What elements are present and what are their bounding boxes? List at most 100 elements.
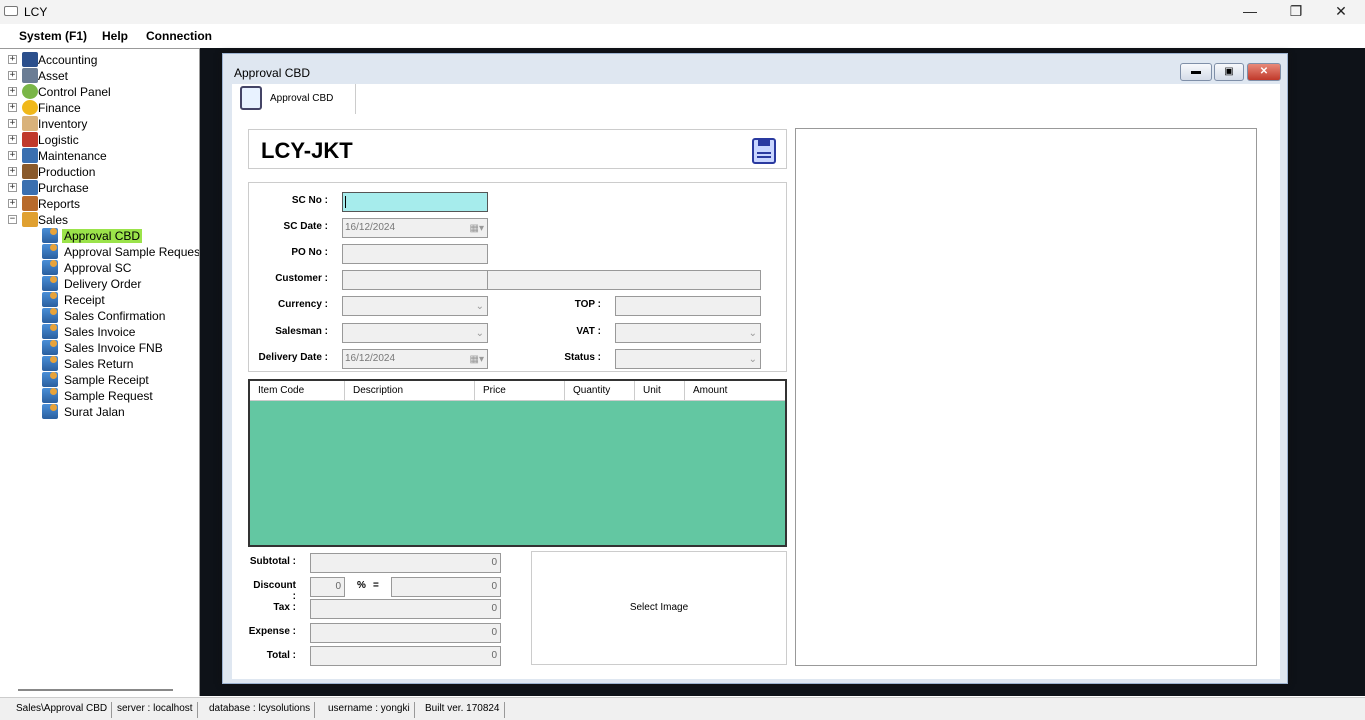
tab-approval-cbd[interactable]: Approval CBD <box>236 84 356 114</box>
currency-label: Currency : <box>277 299 328 310</box>
delivery-date-picker[interactable]: 16/12/2024 ▦▾ <box>342 349 488 369</box>
control-panel-icon <box>22 84 38 99</box>
status-label: Status : <box>564 352 601 363</box>
expand-icon[interactable]: + <box>8 135 17 144</box>
accounting-icon <box>22 52 38 67</box>
vat-select[interactable]: ⌄ <box>615 323 761 343</box>
chevron-down-icon: ⌄ <box>475 301 484 312</box>
save-icon[interactable] <box>752 138 776 164</box>
document-icon <box>42 244 58 259</box>
calendar-icon[interactable]: ▦▾ <box>470 351 484 369</box>
restore-button[interactable]: ❐ <box>1273 0 1319 24</box>
document-icon <box>42 404 58 419</box>
document-icon <box>42 228 58 243</box>
close-button[interactable]: ✕ <box>1247 63 1281 81</box>
po-no-input[interactable] <box>342 244 488 264</box>
discount-percent-input[interactable]: 0 <box>310 577 345 597</box>
expense-input[interactable]: 0 <box>310 623 501 643</box>
currency-select[interactable]: ⌄ <box>342 296 488 316</box>
po-no-label: PO No : <box>291 247 328 258</box>
expand-icon[interactable]: + <box>8 71 17 80</box>
grid-header: Item Code Description Price Quantity Uni… <box>250 381 785 401</box>
customer-code-input[interactable] <box>342 270 488 290</box>
expand-icon[interactable]: + <box>8 119 17 128</box>
column-item-code[interactable]: Item Code <box>250 381 345 401</box>
sc-no-label: SC No : <box>291 195 328 206</box>
subtotal-field: 0 <box>310 553 501 573</box>
company-title: LCY-JKT <box>261 138 353 163</box>
close-button[interactable]: ✕ <box>1318 0 1364 24</box>
select-image-label[interactable]: Select Image <box>532 602 786 613</box>
expand-icon[interactable]: + <box>8 183 17 192</box>
expand-icon[interactable]: + <box>8 151 17 160</box>
app-icon <box>4 6 18 16</box>
maintenance-icon <box>22 148 38 163</box>
status-server: server : localhost <box>113 702 198 718</box>
equals-symbol: = <box>373 580 379 591</box>
status-bar: Sales\Approval CBD server : localhost da… <box>0 697 1365 720</box>
asset-icon <box>22 68 38 83</box>
expand-icon[interactable]: + <box>8 167 17 176</box>
document-icon <box>42 276 58 291</box>
navigation-tree: + Accounting + Asset + Control Panel + Finan… <box>0 48 200 696</box>
reports-icon <box>22 196 38 211</box>
minimize-button[interactable]: — <box>1227 0 1273 24</box>
title-bar: LCY — ❐ ✕ <box>0 0 1365 24</box>
customer-name-input[interactable] <box>487 270 761 290</box>
status-database: database : lcysolutions <box>205 702 316 718</box>
finance-icon <box>22 100 38 115</box>
document-icon <box>42 292 58 307</box>
minimize-button[interactable]: ▬ <box>1180 63 1212 81</box>
expand-icon[interactable]: + <box>8 103 17 112</box>
collapse-icon[interactable]: − <box>8 215 17 224</box>
inventory-icon <box>22 116 38 131</box>
expand-icon[interactable]: + <box>8 87 17 96</box>
status-username: username : yongki <box>324 702 415 718</box>
top-input[interactable] <box>615 296 761 316</box>
sc-date-label: SC Date : <box>283 221 328 232</box>
column-quantity[interactable]: Quantity <box>565 381 635 401</box>
menu-system[interactable]: System (F1) <box>19 29 87 43</box>
sc-date-picker[interactable]: 16/12/2024 ▦▾ <box>342 218 488 238</box>
column-unit[interactable]: Unit <box>635 381 685 401</box>
delivery-date-label: Delivery Date : <box>258 352 328 363</box>
clipboard-icon <box>240 86 262 110</box>
status-select[interactable]: ⌄ <box>615 349 761 369</box>
menu-connection[interactable]: Connection <box>146 29 212 43</box>
document-icon <box>42 388 58 403</box>
logistic-icon <box>22 132 38 147</box>
document-icon <box>42 308 58 323</box>
tab-strip: Approval CBD <box>232 84 1280 114</box>
column-amount[interactable]: Amount <box>685 381 785 401</box>
total-field: 0 <box>310 646 501 666</box>
salesman-select[interactable]: ⌄ <box>342 323 488 343</box>
column-price[interactable]: Price <box>475 381 565 401</box>
production-icon <box>22 164 38 179</box>
vat-label: VAT : <box>576 326 601 337</box>
menu-help[interactable]: Help <box>102 29 128 43</box>
calendar-icon[interactable]: ▦▾ <box>470 220 484 238</box>
maximize-button[interactable]: ▣ <box>1214 63 1244 81</box>
window-title: Approval CBD <box>234 66 311 80</box>
document-icon <box>42 260 58 275</box>
column-description[interactable]: Description <box>345 381 475 401</box>
image-box[interactable]: Select Image <box>531 551 787 665</box>
sc-no-input[interactable] <box>342 192 488 212</box>
menu-bar: System (F1) Help Connection <box>0 24 1365 48</box>
expand-icon[interactable]: + <box>8 199 17 208</box>
expense-label: Expense : <box>248 626 296 637</box>
salesman-label: Salesman : <box>275 326 328 337</box>
sales-icon <box>22 212 38 227</box>
form-fields: SC No : SC Date : 16/12/2024 ▦▾ PO No : C… <box>248 182 787 372</box>
expand-icon[interactable]: + <box>8 55 17 64</box>
approval-cbd-window: Approval CBD ▬ ▣ ✕ Approval CBD LCY-JKT … <box>222 53 1288 684</box>
form-header: LCY-JKT <box>248 129 787 169</box>
window-title: LCY <box>24 5 48 19</box>
items-grid[interactable]: Item Code Description Price Quantity Uni… <box>248 379 787 547</box>
percent-symbol: % <box>357 580 366 591</box>
customer-label: Customer : <box>275 273 328 284</box>
tax-label: Tax : <box>273 602 296 613</box>
horizontal-scrollbar[interactable] <box>18 689 173 691</box>
tax-field: 0 <box>310 599 501 619</box>
document-icon <box>42 324 58 339</box>
